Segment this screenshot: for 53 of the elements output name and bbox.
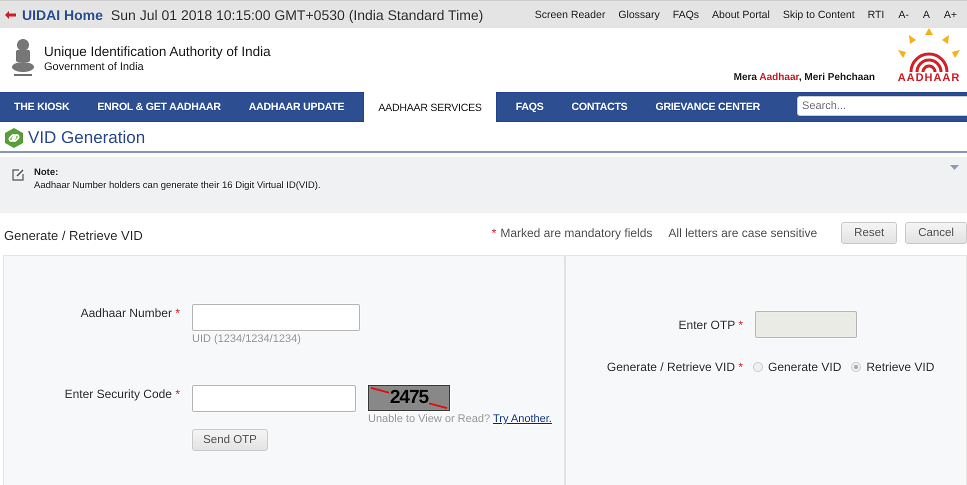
field-label: Generate / Retrieve VID [606, 360, 735, 374]
form-button[interactable]: Cancel [905, 222, 967, 244]
top-link[interactable]: About Portal [712, 8, 770, 20]
captcha-help-text: Unable to View or Read? [368, 413, 490, 425]
required-mark: * [175, 387, 180, 401]
required-mark: * [175, 306, 180, 320]
security-code-field[interactable] [192, 385, 356, 412]
search-field[interactable]: Search... [797, 96, 967, 116]
field-label: Aadhaar Number [80, 306, 172, 320]
date-time: Sun Jul 01 2018 10:15:00 GMT+0530 (India Standard Time) [110, 6, 484, 22]
top-link[interactable]: Screen Reader [534, 8, 606, 20]
top-link[interactable]: FAQs [672, 8, 700, 20]
fingerprint-sun-icon [895, 28, 963, 74]
tagline: Mera Aadhaar, Meri Pehchaan [734, 72, 875, 83]
aadhaar-number-field[interactable] [192, 304, 360, 331]
required-mark: * [738, 360, 743, 374]
required-mark: * [492, 226, 496, 240]
page-title: VID Generation [28, 128, 146, 148]
form-button[interactable]: Reset [841, 222, 898, 244]
emblem-icon [10, 38, 36, 78]
form-title: Generate / Retrieve VID [4, 228, 143, 243]
font-size-link[interactable]: A+ [944, 8, 957, 20]
nav-tab[interactable]: FAQS [502, 92, 558, 122]
home-link[interactable]: UIDAI Home [22, 6, 103, 22]
top-link[interactable]: Glossary [618, 8, 660, 20]
font-size-link[interactable]: A- [898, 8, 909, 20]
field-label: Enter Security Code [64, 387, 172, 401]
captcha-image: 2475 [368, 385, 450, 411]
top-link[interactable]: Skip to Content [782, 8, 855, 20]
nav-tab[interactable]: CONTACTS [558, 92, 642, 122]
send-otp-button[interactable]: Send OTP [192, 429, 268, 451]
required-mark: * [738, 318, 743, 332]
nav-tab[interactable]: AADHAAR SERVICES [364, 92, 496, 122]
collapse-caret-icon[interactable] [950, 165, 959, 170]
field-hint: UID (1234/1234/1234) [192, 333, 302, 345]
link-icon [4, 128, 24, 148]
case-note: All letters are case sensitive [668, 226, 818, 240]
edit-icon [12, 169, 24, 181]
nav-tab[interactable]: THE KIOSK [0, 92, 84, 122]
organization-name: Unique Identification Authority of India [44, 44, 271, 59]
back-arrow-icon [5, 10, 16, 18]
field-label: Enter OTP [678, 318, 735, 332]
organization-subtitle: Government of India [44, 61, 145, 73]
font-size-link[interactable]: A [922, 8, 930, 20]
mandatory-note: Marked are mandatory fields [500, 226, 652, 240]
try-another-link[interactable]: Try Another. [492, 413, 552, 425]
top-link[interactable]: RTI [868, 8, 884, 20]
nav-tab[interactable]: GRIEVANCE CENTER [641, 92, 774, 122]
note-heading: Note: [34, 167, 60, 178]
note-text: Aadhaar Number holders can generate their 16 Digit Virtual ID(VID). [34, 180, 321, 191]
logo-wordmark: AADHAAR [898, 72, 960, 84]
nav-tab[interactable]: AADHAAR UPDATE [234, 92, 358, 122]
nav-tab[interactable]: ENROL & GET AADHAAR [83, 92, 235, 122]
